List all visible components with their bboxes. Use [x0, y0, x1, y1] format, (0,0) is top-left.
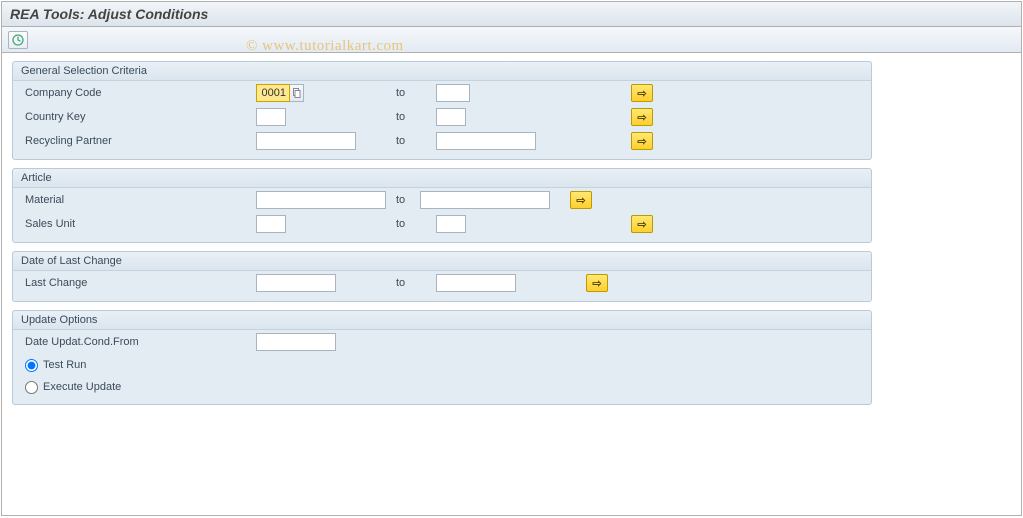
multiselect-button[interactable]: ⇨: [631, 132, 653, 150]
label-material: Material: [21, 194, 256, 206]
label-country-key: Country Key: [21, 111, 256, 123]
to-label: to: [396, 135, 436, 147]
label-recycling-partner: Recycling Partner: [21, 135, 256, 147]
multiselect-button[interactable]: ⇨: [631, 84, 653, 102]
row-sales-unit: Sales Unit to ⇨: [13, 212, 871, 236]
last-change-from-input[interactable]: [256, 274, 336, 292]
group-article-title: Article: [13, 169, 871, 188]
multiselect-button[interactable]: ⇨: [586, 274, 608, 292]
row-company-code: Company Code to ⇨: [13, 81, 871, 105]
row-last-change: Last Change to ⇨: [13, 271, 871, 295]
page-title: REA Tools: Adjust Conditions: [2, 2, 1021, 27]
radio-execute-update[interactable]: Execute Update: [13, 376, 871, 398]
multiselect-button[interactable]: ⇨: [631, 108, 653, 126]
date-from-input[interactable]: [256, 333, 336, 351]
radio-execute-update-input[interactable]: [25, 381, 38, 394]
to-label: to: [396, 194, 420, 206]
toolbar: [2, 27, 1021, 53]
label-company-code: Company Code: [21, 87, 256, 99]
country-key-to-input[interactable]: [436, 108, 466, 126]
radio-test-run[interactable]: Test Run: [13, 354, 871, 376]
f4-help-icon[interactable]: [290, 84, 304, 102]
recycling-partner-to-input[interactable]: [436, 132, 536, 150]
radio-test-run-input[interactable]: [25, 359, 38, 372]
group-general: General Selection Criteria Company Code …: [12, 61, 872, 160]
sales-unit-to-input[interactable]: [436, 215, 466, 233]
row-recycling-partner: Recycling Partner to ⇨: [13, 129, 871, 153]
material-from-input[interactable]: [256, 191, 386, 209]
radio-execute-update-label: Execute Update: [43, 381, 121, 393]
company-code-to-input[interactable]: [436, 84, 470, 102]
to-label: to: [396, 111, 436, 123]
label-sales-unit: Sales Unit: [21, 218, 256, 230]
content: General Selection Criteria Company Code …: [2, 53, 1021, 421]
recycling-partner-from-input[interactable]: [256, 132, 356, 150]
group-last-change-title: Date of Last Change: [13, 252, 871, 271]
multiselect-button[interactable]: ⇨: [570, 191, 592, 209]
row-country-key: Country Key to ⇨: [13, 105, 871, 129]
multiselect-button[interactable]: ⇨: [631, 215, 653, 233]
last-change-to-input[interactable]: [436, 274, 516, 292]
group-last-change: Date of Last Change Last Change to ⇨: [12, 251, 872, 302]
row-material: Material to ⇨: [13, 188, 871, 212]
material-to-input[interactable]: [420, 191, 550, 209]
label-last-change: Last Change: [21, 277, 256, 289]
radio-test-run-label: Test Run: [43, 359, 86, 371]
group-update-options-title: Update Options: [13, 311, 871, 330]
label-date-from: Date Updat.Cond.From: [21, 336, 256, 348]
to-label: to: [396, 218, 436, 230]
to-label: to: [396, 87, 436, 99]
sales-unit-from-input[interactable]: [256, 215, 286, 233]
row-date-from: Date Updat.Cond.From: [13, 330, 871, 354]
group-article: Article Material to ⇨ Sales Unit to ⇨: [12, 168, 872, 243]
company-code-from-input[interactable]: [256, 84, 290, 102]
execute-icon[interactable]: [8, 31, 28, 49]
to-label: to: [396, 277, 436, 289]
group-update-options: Update Options Date Updat.Cond.From Test…: [12, 310, 872, 405]
country-key-from-input[interactable]: [256, 108, 286, 126]
group-general-title: General Selection Criteria: [13, 62, 871, 81]
